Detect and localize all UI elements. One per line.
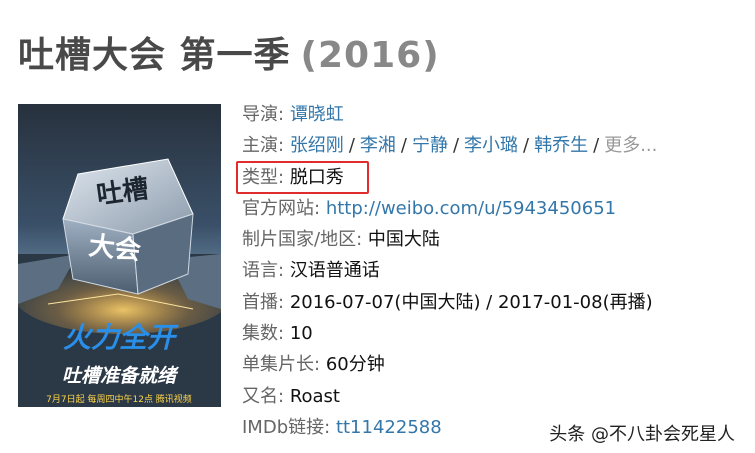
aka-label: 又名: [242,385,285,407]
genre-label: 类型: [242,166,285,188]
director-link[interactable]: 谭晓虹 [290,104,344,125]
website-link[interactable]: http://weibo.com/u/5943450651 [326,198,616,219]
language-label: 语言: [242,260,285,282]
imdb-link[interactable]: tt11422588 [336,417,442,438]
website-row: 官方网站: http://weibo.com/u/5943450651 [242,197,657,228]
language-row: 语言: 汉语普通话 [242,259,657,290]
director-row: 导演: 谭晓虹 [242,103,657,134]
runtime-value: 60分钟 [325,354,385,376]
poster-logo-line2: 大会 [87,231,142,266]
poster-slogan-line1: 火力全开 [63,321,179,354]
poster-bottom-text: 7月7日起 每周四中午12点 腾讯视频 [46,393,192,405]
cast-more-link[interactable]: 更多... [604,135,657,156]
cast-link[interactable]: 李小璐 [464,135,518,156]
cast-link[interactable]: 李湘 [360,135,396,156]
country-value: 中国大陆 [367,229,440,251]
cast-link[interactable]: 宁静 [412,135,448,156]
runtime-row: 单集片长: 60分钟 [242,353,657,384]
watermark-text: 头条 @不八卦会死星人 [549,424,735,445]
cast-link[interactable]: 张绍刚 [290,135,344,156]
poster-artwork: 吐槽 大会 火力全开 吐槽准备就绪 7月7日起 每周四中午12点 腾讯视频 [18,158,221,407]
show-title: 吐槽大会 第一季 [18,35,291,76]
premiere-label: 首播: [242,291,285,313]
poster-image[interactable]: 吐槽 大会 火力全开 吐槽准备就绪 7月7日起 每周四中午12点 腾讯视频 [18,104,221,407]
show-year: (2016) [300,35,440,76]
language-value: 汉语普通话 [289,260,380,282]
country-row: 制片国家/地区: 中国大陆 [242,228,657,259]
aka-row: 又名: Roast [242,385,657,416]
genre-value: 脱口秀 [289,166,344,188]
cast-link[interactable]: 韩乔生 [534,135,588,156]
director-label: 导演: [242,104,285,125]
premiere-value: 2016-07-07(中国大陆) / 2017-01-08(再播) [289,291,653,313]
cast-label: 主演: [242,135,285,157]
info-panel: 导演: 谭晓虹 主演: 张绍刚 / 李湘 / 宁静 / 李小璐 / 韩乔生 / 更多... 类型: … [242,103,657,447]
cast-row: 主演: 张绍刚 / 李湘 / 宁静 / 李小璐 / 韩乔生 / 更多... [242,135,658,157]
episodes-row: 集数: 10 [242,322,657,353]
episodes-label: 集数: [242,323,285,345]
poster-slogan-line2: 吐槽准备就绪 [62,365,179,387]
premiere-row: 首播: 2016-07-07(中国大陆) / 2017-01-08(再播) [242,291,657,322]
website-label: 官方网站: [242,197,321,219]
aka-value: Roast [289,385,340,407]
runtime-label: 单集片长: [242,354,321,376]
imdb-label: IMDb链接: [242,416,331,438]
episodes-value: 10 [289,323,313,345]
genre-row: 类型: 脱口秀 [242,166,657,197]
page-title: 吐槽大会 第一季 (2016) [18,32,440,80]
country-label: 制片国家/地区: [242,229,363,251]
